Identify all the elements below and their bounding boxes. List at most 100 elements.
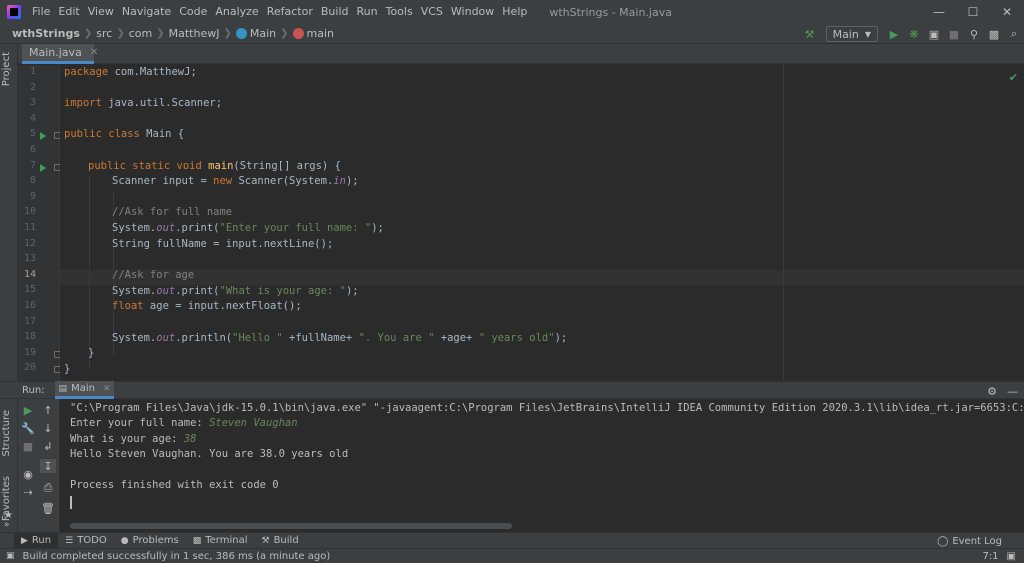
close-tab-icon[interactable]: ✕ bbox=[103, 384, 111, 394]
event-log-button[interactable]: ◯ Event Log bbox=[937, 533, 1002, 549]
lock-icon[interactable]: ▣ bbox=[1007, 551, 1016, 562]
code-token: Scanner(System. bbox=[232, 175, 334, 187]
project-structure-icon[interactable]: ▩ bbox=[984, 25, 1004, 43]
line-number: 9 bbox=[29, 191, 36, 202]
rerun-icon[interactable]: ▶ bbox=[20, 403, 36, 417]
hammer-icon: ⚒ bbox=[261, 535, 270, 546]
horizontal-scrollbar[interactable] bbox=[70, 523, 512, 529]
breadcrumb-class[interactable]: Main bbox=[234, 27, 278, 40]
code-token: age = input.nextFloat(); bbox=[143, 300, 302, 312]
close-tab-icon[interactable]: ✕ bbox=[90, 47, 98, 58]
gear-icon[interactable]: ⚙ bbox=[987, 385, 997, 398]
breadcrumb-method-label: main bbox=[306, 27, 334, 40]
menu-analyze[interactable]: Analyze bbox=[211, 0, 262, 24]
run-main-gutter-icon[interactable] bbox=[40, 164, 46, 172]
build-hammer-icon[interactable]: ⚒ bbox=[800, 25, 820, 43]
run-class-gutter-icon[interactable] bbox=[40, 132, 46, 140]
camera-icon[interactable]: ◉ bbox=[20, 467, 36, 481]
soft-wrap-icon[interactable]: ↲ bbox=[40, 439, 56, 453]
no-problems-check-icon[interactable]: ✔ bbox=[1009, 71, 1018, 84]
status-message[interactable]: Build completed successfully in 1 sec, 3… bbox=[23, 551, 331, 562]
menu-view[interactable]: View bbox=[84, 0, 118, 24]
maximize-icon[interactable]: ☐ bbox=[956, 0, 990, 24]
minimize-panel-icon[interactable]: — bbox=[1007, 385, 1018, 398]
build-tool-button[interactable]: ⚒ Build bbox=[254, 533, 305, 549]
code-token: " years old" bbox=[478, 332, 555, 344]
line-number: 19 bbox=[23, 347, 36, 358]
line-number: 1 bbox=[29, 66, 36, 77]
debug-icon[interactable]: ❋ bbox=[904, 25, 924, 43]
menu-edit[interactable]: Edit bbox=[54, 0, 83, 24]
project-tool-tab[interactable]: Project bbox=[1, 52, 12, 86]
run-side-toolbar: ▶ ↑ 🔧 ↓ ■ ↲ ↧ ◉ ⎙ ⇢ 🗑 bbox=[18, 399, 60, 532]
status-right: 7:1 ▣ bbox=[982, 549, 1016, 563]
menu-window[interactable]: Window bbox=[447, 0, 498, 24]
editor-tab-main-java[interactable]: Main.java ✕ bbox=[22, 44, 98, 64]
terminal-tool-button[interactable]: ▩ Terminal bbox=[186, 533, 255, 549]
wrench-icon[interactable]: 🔧 bbox=[20, 421, 36, 435]
todo-tool-label: TODO bbox=[77, 535, 107, 546]
stop-icon[interactable]: ■ bbox=[944, 25, 964, 43]
breadcrumb-method[interactable]: main bbox=[291, 27, 336, 40]
trash-icon[interactable]: 🗑 bbox=[40, 501, 56, 515]
menu-refactor[interactable]: Refactor bbox=[263, 0, 317, 24]
breadcrumb-com[interactable]: com bbox=[127, 27, 155, 40]
code-line-5: public class Main { bbox=[64, 127, 184, 142]
status-toggle-icon[interactable]: ▣ bbox=[6, 551, 15, 561]
info-icon: ● bbox=[120, 535, 129, 546]
minimize-icon[interactable]: — bbox=[922, 0, 956, 24]
menu-run[interactable]: Run bbox=[353, 0, 382, 24]
line-number: 12 bbox=[23, 238, 36, 249]
run-icon[interactable]: ▶ bbox=[884, 25, 904, 43]
breadcrumb-package[interactable]: MatthewJ bbox=[167, 27, 222, 40]
code-token: System. bbox=[112, 222, 157, 234]
run-tool-label: Run bbox=[31, 535, 52, 546]
line-number: 13 bbox=[23, 253, 36, 264]
search-everywhere-icon[interactable]: ⌕ bbox=[1004, 25, 1024, 43]
structure-tool-tab[interactable]: Structure bbox=[1, 410, 12, 457]
more-icon[interactable]: » bbox=[4, 520, 10, 530]
line-number: 18 bbox=[23, 331, 36, 342]
run-tool-button[interactable]: ▶ Run bbox=[14, 532, 59, 549]
line-number: 8 bbox=[29, 175, 36, 186]
right-margin-guide bbox=[783, 65, 784, 381]
code-editor[interactable]: ✔ package com.MatthewJ; import java.util… bbox=[60, 65, 1024, 381]
search-icon[interactable]: ⚲ bbox=[964, 25, 984, 43]
problems-tool-button[interactable]: ● Problems bbox=[114, 533, 186, 549]
list-icon: ☰ bbox=[65, 535, 74, 546]
run-configuration-select[interactable]: Main ▼ bbox=[825, 26, 878, 42]
menu-vcs[interactable]: VCS bbox=[417, 0, 447, 24]
line-number-current: 14 bbox=[23, 269, 36, 280]
menu-code[interactable]: Code bbox=[175, 0, 211, 24]
run-panel-title: Run: bbox=[22, 384, 45, 396]
breadcrumb-project[interactable]: wthStrings bbox=[10, 27, 82, 40]
close-icon[interactable]: ✕ bbox=[990, 0, 1024, 24]
scroll-up-icon[interactable]: ↑ bbox=[40, 403, 56, 417]
code-token: (String[] args) { bbox=[233, 160, 341, 172]
code-line-20: } bbox=[64, 362, 70, 377]
menu-navigate[interactable]: Navigate bbox=[118, 0, 175, 24]
code-line-10: //Ask for full name bbox=[112, 205, 232, 220]
todo-tool-button[interactable]: ☰ TODO bbox=[58, 533, 114, 549]
scroll-down-icon[interactable]: ↓ bbox=[40, 421, 56, 435]
breadcrumb-src[interactable]: src bbox=[94, 27, 114, 40]
menu-tools[interactable]: Tools bbox=[382, 0, 417, 24]
exit-icon[interactable]: ⇢ bbox=[20, 485, 36, 499]
menu-file[interactable]: File bbox=[28, 0, 54, 24]
menu-help[interactable]: Help bbox=[498, 0, 531, 24]
print-icon[interactable]: ⎙ bbox=[40, 481, 56, 495]
editor-tab-bar: Main.java ✕ bbox=[18, 44, 1024, 64]
line-number: 4 bbox=[29, 113, 36, 124]
caret-position[interactable]: 7:1 bbox=[982, 551, 998, 562]
menu-build[interactable]: Build bbox=[317, 0, 353, 24]
code-token: System. bbox=[112, 332, 157, 344]
run-console[interactable]: "C:\Program Files\Java\jdk-15.0.1\bin\ja… bbox=[60, 399, 1024, 532]
terminal-tool-label: Terminal bbox=[205, 535, 248, 546]
coverage-icon[interactable]: ▣ bbox=[924, 25, 944, 43]
code-line-15: System.out.print("What is your age: "); bbox=[112, 284, 359, 299]
run-tab-main[interactable]: ▤ Main ✕ bbox=[54, 381, 115, 399]
run-panel-tools: ⚙ — bbox=[987, 382, 1018, 400]
scroll-to-end-icon[interactable]: ↧ bbox=[40, 459, 56, 473]
stop-icon[interactable]: ■ bbox=[20, 439, 36, 453]
chevron-right-icon: ❯ bbox=[116, 28, 125, 39]
